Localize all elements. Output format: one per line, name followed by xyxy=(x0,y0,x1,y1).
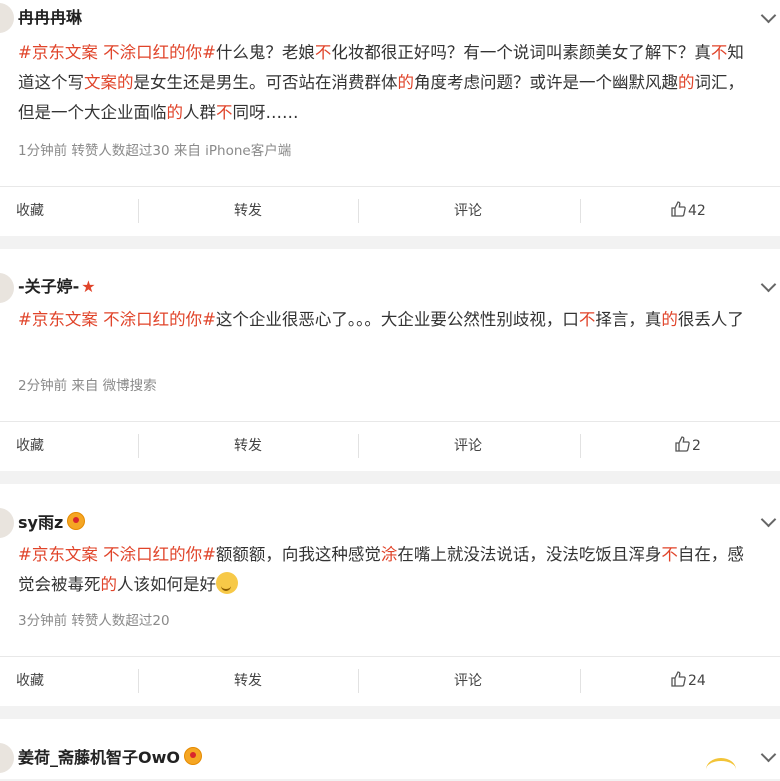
comment-button[interactable]: 评论 xyxy=(454,187,482,235)
highlight-text: 的 xyxy=(678,73,695,92)
crown-badge-icon xyxy=(184,747,202,765)
comment-button[interactable]: 评论 xyxy=(454,657,482,705)
highlight-text: 涂 xyxy=(380,545,398,564)
chevron-down-icon[interactable] xyxy=(760,511,777,528)
crown-badge-icon xyxy=(67,512,86,530)
avatar[interactable] xyxy=(0,273,14,303)
body-text: 同呀…… xyxy=(232,103,299,122)
divider xyxy=(358,669,359,693)
repost-button[interactable]: 转发 xyxy=(234,187,262,235)
divider xyxy=(138,434,139,458)
highlight-text: 的 xyxy=(661,310,678,329)
chevron-down-icon[interactable] xyxy=(760,276,777,293)
avatar[interactable] xyxy=(0,508,14,538)
thumb-up-icon xyxy=(675,436,690,452)
divider xyxy=(358,199,359,223)
divider xyxy=(358,434,359,458)
username-text: -关子婷- xyxy=(18,277,80,296)
thumb-up-icon xyxy=(671,671,686,687)
highlight-text[interactable]: #京东文案 不涂口红的你# xyxy=(18,545,216,564)
highlight-text: 的 xyxy=(397,73,415,92)
repost-button[interactable]: 转发 xyxy=(234,422,262,470)
post-card: -关子婷- ★ #京东文案 不涂口红的你#这个企业很恶心了。。。大企业要公然性别歧… xyxy=(0,249,780,471)
post-text: #京东文案 不涂口红的你#这个企业很恶心了。。。大企业要公然性别歧视，口不择言，… xyxy=(18,305,758,335)
thumb-up-icon xyxy=(671,201,686,217)
action-bar: 收藏 转发 评论 42 xyxy=(0,186,780,235)
body-text: 很丢人了 xyxy=(677,310,744,329)
post-text: #京东文案 不涂口红的你#额额额，向我这种感觉涂在嘴上就没法说话，没法吃饭且浑身… xyxy=(18,540,758,600)
comment-button[interactable]: 评论 xyxy=(454,422,482,470)
divider xyxy=(138,669,139,693)
post-meta: 3分钟前 转赞人数超过20 xyxy=(18,613,170,629)
like-count: 24 xyxy=(688,673,706,689)
chevron-down-icon[interactable] xyxy=(760,7,777,24)
highlight-text[interactable]: #京东文案 不涂口红的你# xyxy=(18,310,216,329)
collect-button[interactable]: 收藏 xyxy=(16,422,44,470)
username[interactable]: 姜荷_斋藤机智子OwO xyxy=(18,747,202,768)
highlight-text: 不 xyxy=(314,43,332,62)
post-meta: 1分钟前 转赞人数超过30 来自 iPhone客户端 xyxy=(18,143,292,159)
action-bar: 收藏 转发 评论 2 xyxy=(0,421,780,470)
highlight-text: 文案的 xyxy=(84,73,134,92)
post-meta: 2分钟前 来自 微博搜索 xyxy=(18,378,157,394)
body-text: 额额额，向我这种感觉 xyxy=(215,545,381,564)
star-badge-icon: ★ xyxy=(81,277,96,296)
like-count: 2 xyxy=(692,438,701,454)
body-text: 化妆都很正好吗？有一个说词叫素颜美女了解下？真 xyxy=(331,43,711,62)
username[interactable]: -关子婷- ★ xyxy=(18,277,96,297)
collect-button[interactable]: 收藏 xyxy=(16,657,44,705)
like-button[interactable]: 2 xyxy=(674,422,701,470)
username[interactable]: sy雨z xyxy=(18,512,86,533)
like-count: 42 xyxy=(688,203,706,219)
collect-button[interactable]: 收藏 xyxy=(16,187,44,235)
body-text: 择言，真 xyxy=(595,310,662,329)
body-text: 角度考虑问题？或许是一个幽默风趣 xyxy=(414,73,678,92)
username[interactable]: 冉冉冉琳 xyxy=(18,8,82,28)
post-text: #京东文案 不涂口红的你#什么鬼？老娘不化妆都很正好吗？有一个说词叫素颜美女了解… xyxy=(18,38,758,128)
like-button[interactable]: 24 xyxy=(670,657,706,705)
body-text: 什么鬼？老娘 xyxy=(215,43,315,62)
highlight-text: 不 xyxy=(661,545,678,564)
highlight-text: 不 xyxy=(578,310,596,329)
username-text: sy雨z xyxy=(18,513,64,532)
avatar[interactable] xyxy=(0,3,14,33)
body-text: 是女生还是男生。可否站在消费群体 xyxy=(133,73,398,92)
body-text: 在嘴上就没法说话，没法吃饭且浑身 xyxy=(397,545,662,564)
highlight-text: 不 xyxy=(216,103,233,122)
repost-button[interactable]: 转发 xyxy=(234,657,262,705)
action-bar: 收藏 转发 评论 24 xyxy=(0,656,780,705)
emoji-sticker xyxy=(706,758,736,781)
body-text: 人该如何是好 xyxy=(117,575,216,594)
body-text: 这个企业很恶心了。。。大企业要公然性别歧视，口 xyxy=(215,310,579,329)
highlight-text: 的 xyxy=(100,575,118,594)
highlight-text[interactable]: #京东文案 不涂口红的你# xyxy=(18,43,216,62)
post-card: 冉冉冉琳 #京东文案 不涂口红的你#什么鬼？老娘不化妆都很正好吗？有一个说词叫素… xyxy=(0,0,780,236)
smiling-face-emoji-icon xyxy=(216,572,238,594)
highlight-text: 不 xyxy=(710,43,728,62)
like-button[interactable]: 42 xyxy=(670,187,706,235)
username-text: 姜荷_斋藤机智子OwO xyxy=(18,748,180,767)
body-text: 人群 xyxy=(183,103,216,122)
avatar[interactable] xyxy=(0,743,14,773)
divider xyxy=(580,434,581,458)
chevron-down-icon[interactable] xyxy=(760,746,777,763)
highlight-text: 的 xyxy=(166,103,184,122)
post-card: sy雨z #京东文案 不涂口红的你#额额额，向我这种感觉涂在嘴上就没法说话，没法… xyxy=(0,484,780,706)
divider xyxy=(138,199,139,223)
divider xyxy=(580,669,581,693)
divider xyxy=(580,199,581,223)
post-card: 姜荷_斋藤机智子OwO xyxy=(0,719,780,779)
